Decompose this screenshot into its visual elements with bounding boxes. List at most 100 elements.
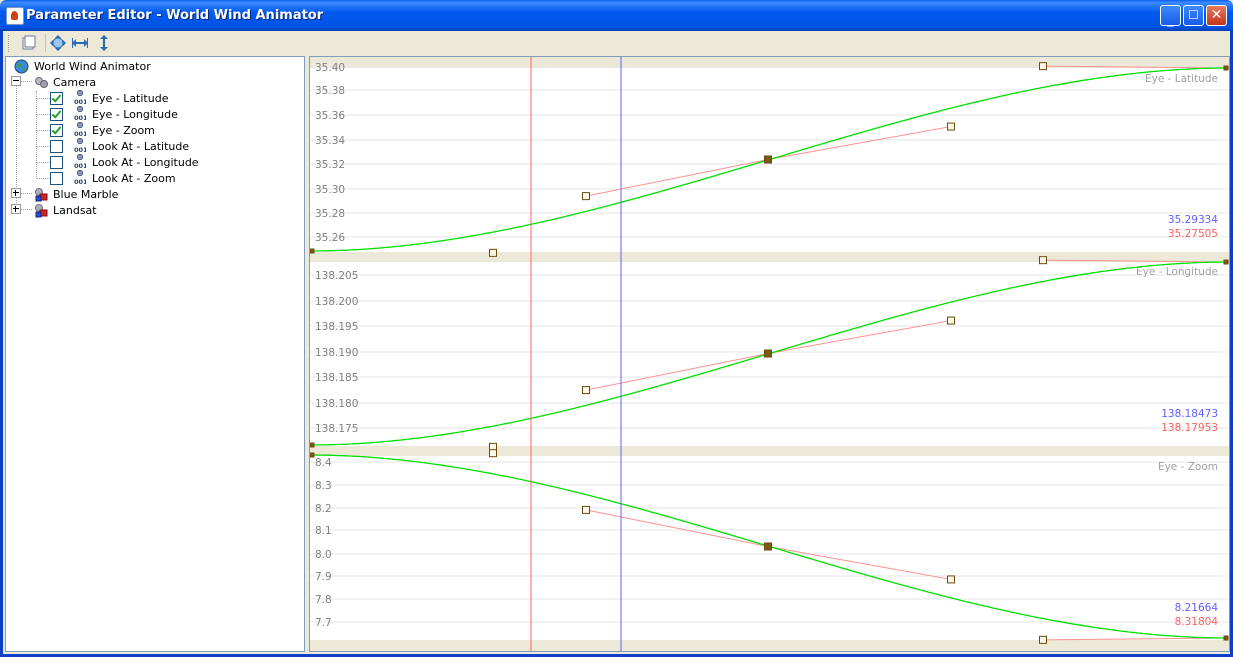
- tree-line: [20, 81, 32, 82]
- tree-label: Look At - Zoom: [92, 172, 176, 185]
- keyframe-handle[interactable]: [582, 192, 590, 201]
- checkbox-look-at-latitude[interactable]: [50, 140, 63, 153]
- keyframe-tangent-line: [585, 509, 1229, 641]
- keyframe-handle[interactable]: [310, 452, 315, 458]
- y-tick-label: 138.195: [315, 321, 358, 333]
- keyframe-handle[interactable]: [310, 248, 315, 254]
- tree-label: Look At - Longitude: [92, 156, 199, 169]
- y-tick-label: 35.34: [315, 135, 345, 147]
- y-tick-label: 35.28: [315, 208, 345, 220]
- parameter-editor-window: Parameter Editor - World Wind Animator _…: [0, 0, 1233, 657]
- close-button[interactable]: ✕: [1206, 5, 1227, 26]
- keyframe-handle[interactable]: [582, 505, 590, 514]
- y-tick-label: 35.36: [315, 110, 345, 122]
- maximize-button[interactable]: ☐: [1183, 5, 1204, 26]
- keyframe-handles[interactable]: [310, 62, 1229, 257]
- parameter-icon: 001: [74, 138, 86, 154]
- keyframe-handle[interactable]: [1223, 65, 1229, 71]
- checkbox-eye-longitude[interactable]: [50, 108, 63, 121]
- checkbox-eye-latitude[interactable]: [50, 92, 63, 105]
- toolbar-grip[interactable]: [8, 35, 12, 52]
- tree-label: Eye - Latitude: [92, 92, 169, 105]
- checkbox-eye-zoom[interactable]: [50, 124, 63, 137]
- title-bar[interactable]: Parameter Editor - World Wind Animator _…: [0, 0, 1233, 31]
- y-tick-label: 138.200: [315, 296, 358, 308]
- tree-line: [36, 91, 37, 179]
- cursor-value-blue: 35.29334: [1168, 214, 1218, 226]
- collapse-toggle-camera[interactable]: [11, 76, 21, 86]
- expand-toggle-landsat[interactable]: [11, 204, 21, 214]
- y-tick-label: 138.190: [315, 347, 358, 359]
- window-border-left: [0, 31, 3, 657]
- checkbox-look-at-zoom[interactable]: [50, 172, 63, 185]
- fit-vertical-icon[interactable]: [95, 34, 113, 52]
- panel-eye-longitude[interactable]: 138.205 138.200 138.195 138.190 138.185 …: [310, 256, 1229, 451]
- parameter-icon: 001: [74, 90, 86, 106]
- layer-icon: [35, 204, 48, 218]
- graph-area[interactable]: 35.40 35.38 35.36 35.34 35.32 35.30 35.2…: [309, 56, 1230, 652]
- keyframe-handle[interactable]: [310, 442, 315, 448]
- camera-group-icon: [35, 77, 48, 88]
- fit-horizontal-icon[interactable]: [71, 34, 89, 52]
- keyframe-handle[interactable]: [1039, 256, 1047, 265]
- close-icon: ✕: [1210, 7, 1223, 23]
- keyframe-handle[interactable]: [947, 316, 955, 325]
- svg-text:001: 001: [74, 146, 86, 154]
- java-app-icon: [6, 7, 24, 25]
- keyframe-tangent-line: [585, 65, 1229, 197]
- panel-title: Eye - Zoom: [1158, 461, 1218, 473]
- keyframe-handle[interactable]: [1039, 62, 1047, 71]
- tree-line: [36, 162, 50, 163]
- tree-line: [36, 146, 50, 147]
- minimize-button[interactable]: _: [1160, 5, 1181, 27]
- keyframe-handle[interactable]: [489, 248, 497, 257]
- parameter-tree[interactable]: World Wind Animator Camera 001 Eye - Lat…: [5, 56, 305, 652]
- ticks-eye-zoom: 8.4 8.3 8.2 8.1 8.0 7.9 7.8 7.7: [315, 457, 332, 629]
- maximize-icon: ☐: [1188, 8, 1199, 22]
- panel-band-bottom: [310, 640, 1229, 651]
- parameter-icon: 001: [74, 170, 86, 186]
- keyframe-handle[interactable]: [489, 449, 497, 458]
- tree-label-landsat: Landsat: [53, 204, 97, 217]
- tree-label-blue-marble: Blue Marble: [53, 188, 119, 201]
- toolbar-separator: [45, 34, 46, 52]
- y-tick-label: 138.205: [315, 270, 358, 282]
- y-tick-label: 8.3: [315, 480, 332, 492]
- expand-toggle-blue-marble[interactable]: [11, 188, 21, 198]
- panel-eye-zoom[interactable]: 8.4 8.3 8.2 8.1 8.0 7.9 7.8 7.7 Eye - Zo…: [310, 449, 1229, 644]
- keyframe-handle[interactable]: [1223, 259, 1229, 265]
- y-tick-label: 35.40: [315, 62, 345, 74]
- cursor-value-red: 138.17953: [1161, 422, 1218, 434]
- panel-eye-latitude[interactable]: 35.40 35.38 35.36 35.34 35.32 35.30 35.2…: [310, 62, 1229, 257]
- panel-separator[interactable]: [310, 446, 1229, 456]
- keyframe-handle[interactable]: [764, 542, 772, 551]
- layer-icon: [35, 188, 48, 202]
- keyframe-handle[interactable]: [764, 349, 772, 358]
- window-icon[interactable]: [20, 34, 38, 52]
- keyframe-handle[interactable]: [947, 575, 955, 584]
- tree-line: [20, 209, 32, 210]
- y-tick-label: 138.185: [315, 372, 358, 384]
- window-title: Parameter Editor - World Wind Animator: [26, 8, 324, 23]
- keyframe-handle[interactable]: [764, 155, 772, 164]
- tree-line: [20, 193, 32, 194]
- tree-line: [36, 98, 50, 99]
- checkbox-look-at-longitude[interactable]: [50, 156, 63, 169]
- ticks-eye-latitude: 35.40 35.38 35.36 35.34 35.32 35.30 35.2…: [315, 62, 345, 244]
- panel-title: Eye - Longitude: [1136, 266, 1218, 278]
- y-tick-label: 138.175: [315, 423, 358, 435]
- move-icon[interactable]: [49, 34, 67, 52]
- keyframe-handle[interactable]: [947, 122, 955, 131]
- parameter-graphs[interactable]: 35.40 35.38 35.36 35.34 35.32 35.30 35.2…: [310, 57, 1229, 651]
- keyframe-handle[interactable]: [1039, 635, 1047, 644]
- tree-line: [36, 178, 50, 179]
- svg-text:001: 001: [74, 98, 86, 106]
- keyframe-handle[interactable]: [1223, 635, 1229, 641]
- cursor-value-blue: 138.18473: [1161, 408, 1218, 420]
- keyframe-handles[interactable]: [310, 256, 1229, 451]
- tree-label: Eye - Longitude: [92, 108, 178, 121]
- y-tick-label: 7.7: [315, 617, 332, 629]
- keyframe-handle[interactable]: [582, 386, 590, 395]
- keyframe-handles[interactable]: [310, 449, 1229, 644]
- y-tick-label: 138.180: [315, 398, 358, 410]
